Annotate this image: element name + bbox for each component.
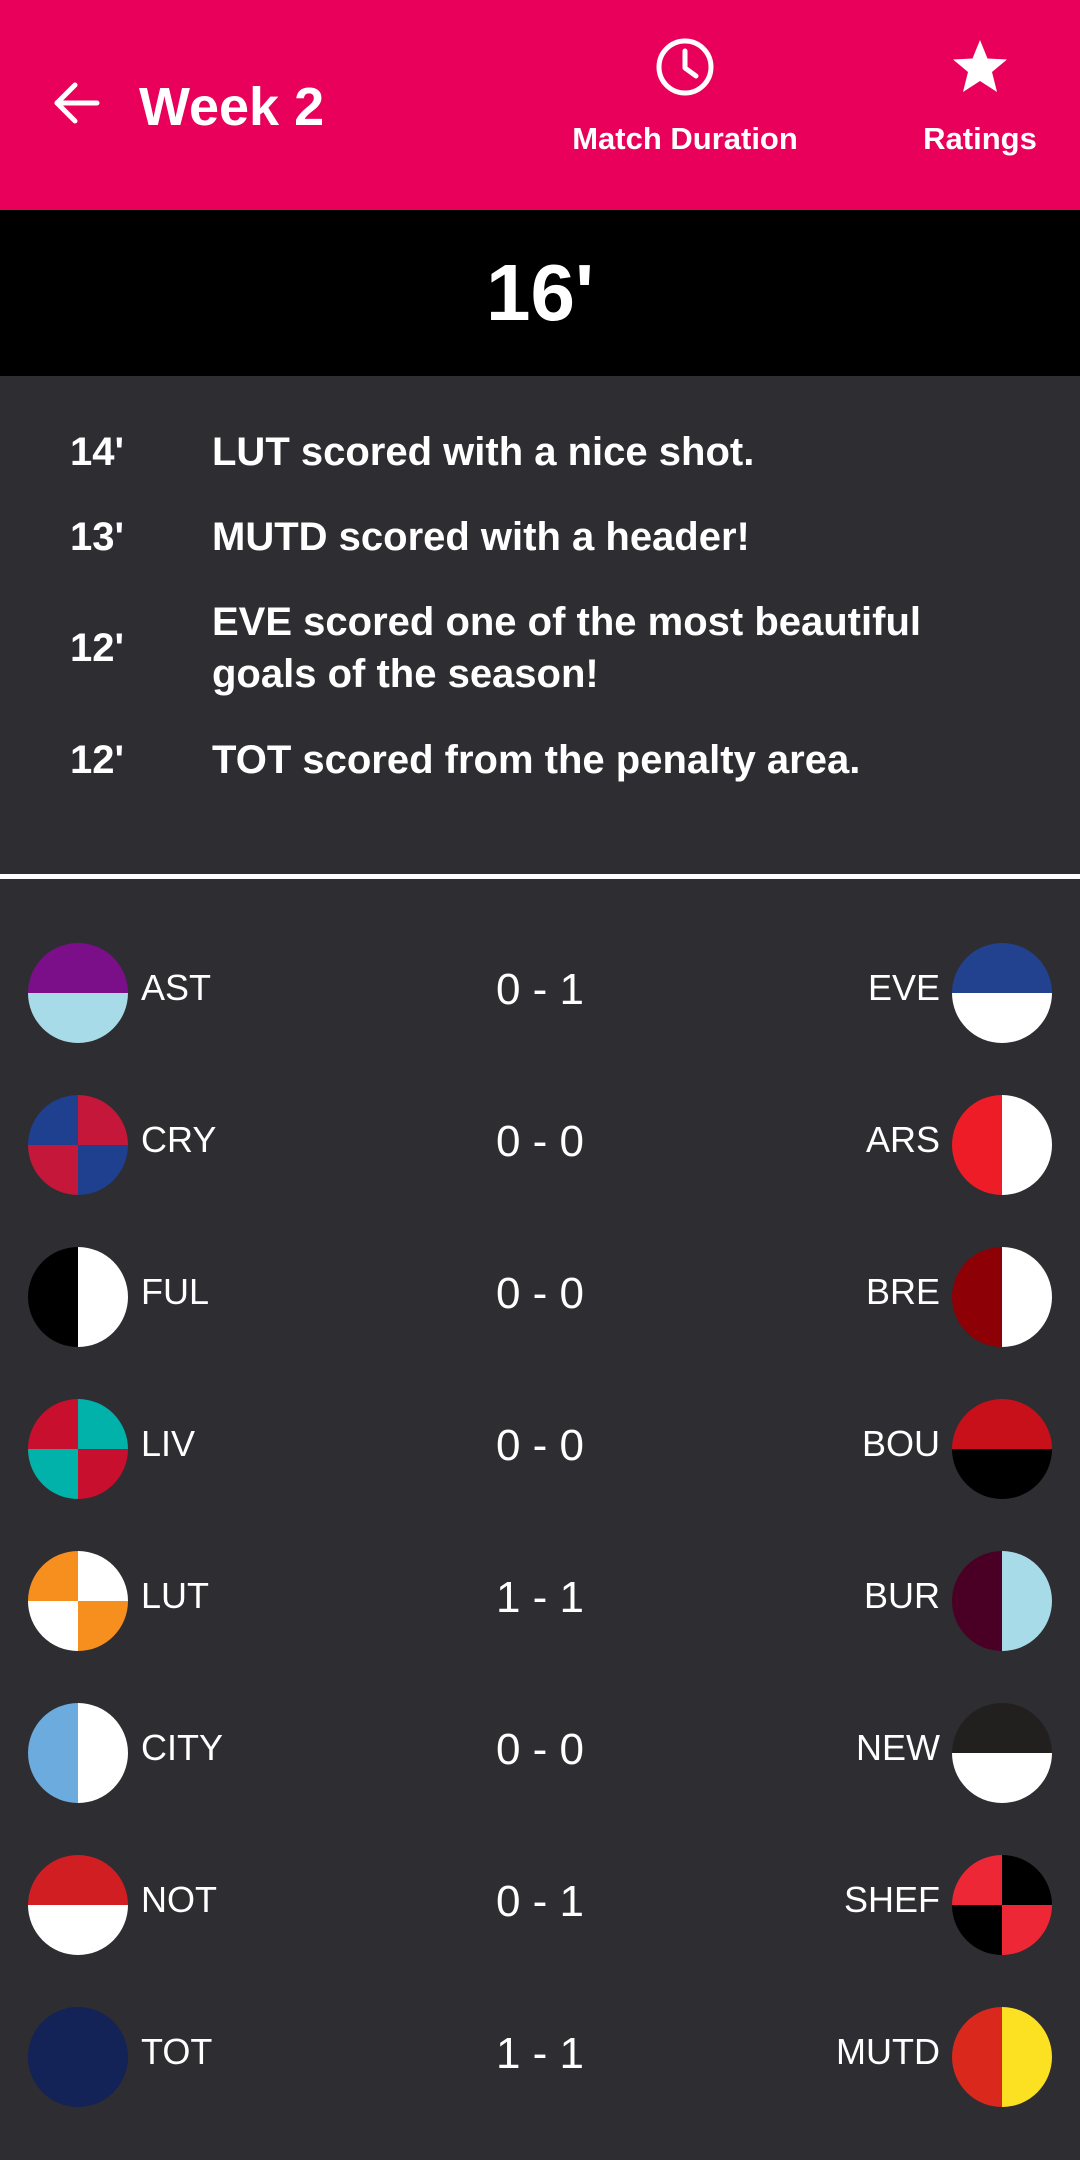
event-text: MUTD scored with a header! [212, 515, 750, 559]
ratings-label: Ratings [923, 121, 1037, 156]
match-row[interactable]: TOT 1 - 1 MUTD [0, 2002, 1080, 2112]
away-team-crest [952, 2007, 1052, 2107]
match-row[interactable]: CRY 0 - 0 ARS [0, 1090, 1080, 1200]
divider [0, 874, 1080, 879]
event-text: EVE scored one of the most beautiful goa… [212, 600, 921, 696]
home-team-crest [28, 943, 128, 1043]
match-score: 1 - 1 [495, 2029, 585, 2078]
match-score: 0 - 1 [495, 1877, 585, 1926]
page-title: Week 2 [139, 77, 325, 137]
away-team-name: NEW [856, 1727, 940, 1768]
star-icon [949, 36, 1011, 103]
away-team-name: EVE [867, 967, 940, 1008]
event-log: 14' LUT scored with a nice shot. 13' MUT… [0, 376, 1080, 874]
away-team-crest [952, 1095, 1052, 1195]
home-team-crest [28, 1703, 128, 1803]
home-team-name: CRY [141, 1119, 217, 1160]
match-score: 0 - 0 [495, 1117, 585, 1166]
event-minute: 12' [70, 625, 125, 670]
away-team-name: BOU [861, 1423, 940, 1464]
event-text: TOT scored from the penalty area. [212, 738, 861, 782]
away-team-crest [952, 943, 1052, 1043]
event-item: 14' LUT scored with a nice shot. [0, 426, 1080, 478]
match-score: 1 - 1 [495, 1573, 585, 1622]
away-team-name: MUTD [836, 2031, 940, 2072]
match-row[interactable]: NOT 0 - 1 SHEF [0, 1850, 1080, 1960]
home-team-name: LIV [141, 1423, 196, 1464]
home-team-crest [28, 1551, 128, 1651]
match-score: 0 - 0 [495, 1421, 585, 1470]
away-team-crest [952, 1399, 1052, 1499]
match-row[interactable]: AST 0 - 1 EVE [0, 938, 1080, 1048]
ratings-button[interactable]: Ratings [900, 36, 1060, 186]
home-team-crest [28, 1247, 128, 1347]
away-team-name: BRE [865, 1271, 940, 1312]
current-minute: 16' [0, 210, 1080, 376]
event-text: LUT scored with a nice shot. [212, 430, 755, 474]
away-team-crest [952, 1703, 1052, 1803]
home-team-crest [28, 1399, 128, 1499]
match-row[interactable]: LIV 0 - 0 BOU [0, 1394, 1080, 1504]
event-minute: 14' [70, 429, 125, 474]
home-team-name: NOT [141, 1879, 217, 1920]
match-row[interactable]: LUT 1 - 1 BUR [0, 1546, 1080, 1656]
away-team-name: ARS [865, 1119, 940, 1160]
clock-icon [654, 36, 716, 103]
event-item: 12' EVE scored one of the most beautiful… [0, 596, 1080, 700]
event-item: 13' MUTD scored with a header! [0, 511, 1080, 563]
home-team-name: AST [141, 967, 212, 1008]
home-team-name: FUL [141, 1271, 210, 1312]
away-team-crest [952, 1855, 1052, 1955]
home-team-crest [28, 1095, 128, 1195]
home-team-crest [28, 1855, 128, 1955]
app-bar: Week 2 Match Duration Ratings [0, 0, 1080, 210]
arrow-left-icon [49, 76, 103, 135]
event-minute: 13' [70, 514, 125, 559]
away-team-crest [952, 1247, 1052, 1347]
match-duration-button[interactable]: Match Duration [560, 36, 810, 186]
event-item: 12' TOT scored from the penalty area. [0, 734, 1080, 786]
home-team-crest [28, 2007, 128, 2107]
home-team-name: CITY [141, 1727, 224, 1768]
match-score: 0 - 1 [495, 965, 585, 1014]
home-team-name: TOT [141, 2031, 213, 2072]
match-duration-label: Match Duration [572, 121, 798, 156]
back-button[interactable] [40, 60, 112, 150]
away-team-name: SHEF [843, 1879, 940, 1920]
match-score: 0 - 0 [495, 1269, 585, 1318]
home-team-name: LUT [141, 1575, 210, 1616]
away-team-crest [952, 1551, 1052, 1651]
match-score: 0 - 0 [495, 1725, 585, 1774]
away-team-name: BUR [863, 1575, 940, 1616]
event-minute: 12' [70, 737, 125, 782]
match-row[interactable]: FUL 0 - 0 BRE [0, 1242, 1080, 1352]
match-row[interactable]: CITY 0 - 0 NEW [0, 1698, 1080, 1808]
